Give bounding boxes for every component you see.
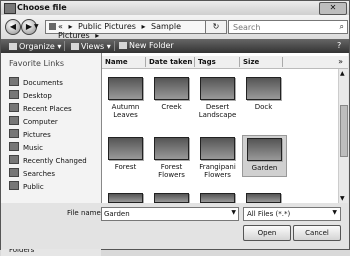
file-name-label: File name: (67, 209, 104, 217)
navigation-pane: Favorite Links Documents Desktop Recent … (1, 53, 102, 256)
organize-icon (9, 43, 17, 50)
file-list: Name Date taken Tags Size » Autumn Leave… (102, 53, 348, 203)
breadcrumb-overflow[interactable]: « (58, 22, 63, 31)
favorite-links-heading: Favorite Links (9, 59, 65, 68)
thumbnail-image (154, 77, 189, 100)
forward-icon: ▶ (25, 22, 33, 31)
nav-item-music[interactable]: Music (9, 142, 43, 153)
scroll-thumb[interactable] (340, 105, 348, 157)
thumbnail-image (247, 138, 282, 161)
column-size[interactable]: Size (243, 58, 259, 66)
public-icon (9, 181, 19, 190)
thumbnail-image (246, 193, 281, 203)
views-button[interactable]: Views ▾ (71, 41, 115, 51)
scroll-down-icon[interactable]: ▼ (340, 195, 345, 202)
file-name-input[interactable]: Garden ▼ (101, 207, 239, 221)
thumbnail-image (108, 137, 143, 160)
desktop-icon (9, 90, 19, 99)
recently-changed-icon (9, 155, 19, 164)
scroll-up-icon[interactable]: ▲ (340, 70, 345, 77)
breadcrumb-public-pictures[interactable]: Public Pictures (78, 22, 136, 31)
file-item-partial[interactable] (104, 193, 147, 203)
address-bar: ◀ ▶ ▼ « ▸ Public Pictures ▸ Sample Pictu… (1, 15, 349, 40)
back-button[interactable]: ◀ (5, 19, 21, 35)
new-folder-icon (119, 42, 127, 49)
music-icon (9, 142, 19, 151)
file-item[interactable]: Creek (150, 77, 193, 111)
search-input[interactable]: Search ⌕ (228, 20, 348, 34)
breadcrumb[interactable]: « ▸ Public Pictures ▸ Sample Pictures ▸ (45, 20, 207, 40)
nav-item-desktop[interactable]: Desktop (9, 90, 52, 101)
chevron-down-icon: ▼ (332, 209, 337, 216)
thumbnail-image (246, 77, 281, 100)
file-item-partial[interactable] (196, 193, 239, 203)
command-toolbar: Organize ▾ Views ▾ New Folder ? (1, 39, 349, 53)
file-type-select[interactable]: All Files (*.*) ▼ (243, 207, 341, 221)
new-folder-button[interactable]: New Folder (119, 41, 174, 50)
pictures-icon (9, 129, 19, 138)
documents-icon (9, 77, 19, 86)
column-header-row: Name Date taken Tags Size » (102, 56, 348, 69)
history-dropdown-icon[interactable]: ▼ (34, 23, 39, 30)
views-icon (71, 43, 79, 50)
thumbnail-image (200, 77, 235, 100)
refresh-icon: ↻ (212, 22, 220, 31)
search-icon[interactable]: ⌕ (340, 22, 344, 32)
file-item-partial[interactable] (150, 193, 193, 203)
thumbnail-image (154, 137, 189, 160)
nav-item-public[interactable]: Public (9, 181, 44, 192)
chevron-down-icon[interactable]: ▼ (231, 209, 236, 216)
cancel-button[interactable]: Cancel (293, 225, 341, 241)
search-placeholder: Search (233, 23, 261, 32)
column-name[interactable]: Name (105, 58, 128, 66)
nav-item-documents[interactable]: Documents (9, 77, 63, 88)
thumbnail-image (108, 193, 143, 203)
nav-item-recent-places[interactable]: Recent Places (9, 103, 72, 114)
thumbnail-image (154, 193, 189, 203)
title-bar: Choose file ✕ (1, 1, 349, 15)
dialog-footer: File name: Garden ▼ All Files (*.*) ▼ Op… (1, 203, 349, 249)
more-columns-icon[interactable]: » (338, 57, 343, 66)
vertical-scrollbar[interactable]: ▲ ▼ (338, 69, 348, 203)
app-icon (4, 3, 16, 14)
window-title: Choose file (17, 3, 67, 12)
close-button[interactable]: ✕ (319, 2, 347, 15)
open-button[interactable]: Open (243, 225, 291, 241)
refresh-button[interactable]: ↻ (205, 20, 227, 34)
thumbnail-image (108, 77, 143, 100)
nav-item-searches[interactable]: Searches (9, 168, 55, 179)
back-icon: ◀ (9, 22, 17, 31)
file-item[interactable]: Forest Flowers (150, 137, 193, 179)
column-tags[interactable]: Tags (198, 58, 216, 66)
organize-button[interactable]: Organize ▾ (9, 41, 66, 51)
file-item-partial[interactable] (242, 193, 285, 203)
nav-item-recently-changed[interactable]: Recently Changed (9, 155, 87, 166)
recent-places-icon (9, 103, 19, 112)
help-button[interactable]: ? (337, 41, 341, 50)
column-date-taken[interactable]: Date taken (149, 58, 192, 66)
nav-item-pictures[interactable]: Pictures (9, 129, 51, 140)
folder-icon (49, 23, 56, 30)
file-item[interactable]: Autumn Leaves (104, 77, 147, 119)
file-item[interactable]: Dock (242, 77, 285, 111)
nav-item-computer[interactable]: Computer (9, 116, 58, 127)
choose-file-dialog: Choose file ✕ ◀ ▶ ▼ « ▸ Public Pictures … (0, 0, 350, 256)
file-item[interactable]: Frangipani Flowers (196, 137, 239, 179)
computer-icon (9, 116, 19, 125)
file-item[interactable]: Desert Landscape (196, 77, 239, 119)
thumbnail-image (200, 193, 235, 203)
thumbnail-image (200, 137, 235, 160)
file-item-selected[interactable]: Garden (242, 135, 287, 177)
searches-icon (9, 168, 19, 177)
file-item[interactable]: Forest (104, 137, 147, 171)
